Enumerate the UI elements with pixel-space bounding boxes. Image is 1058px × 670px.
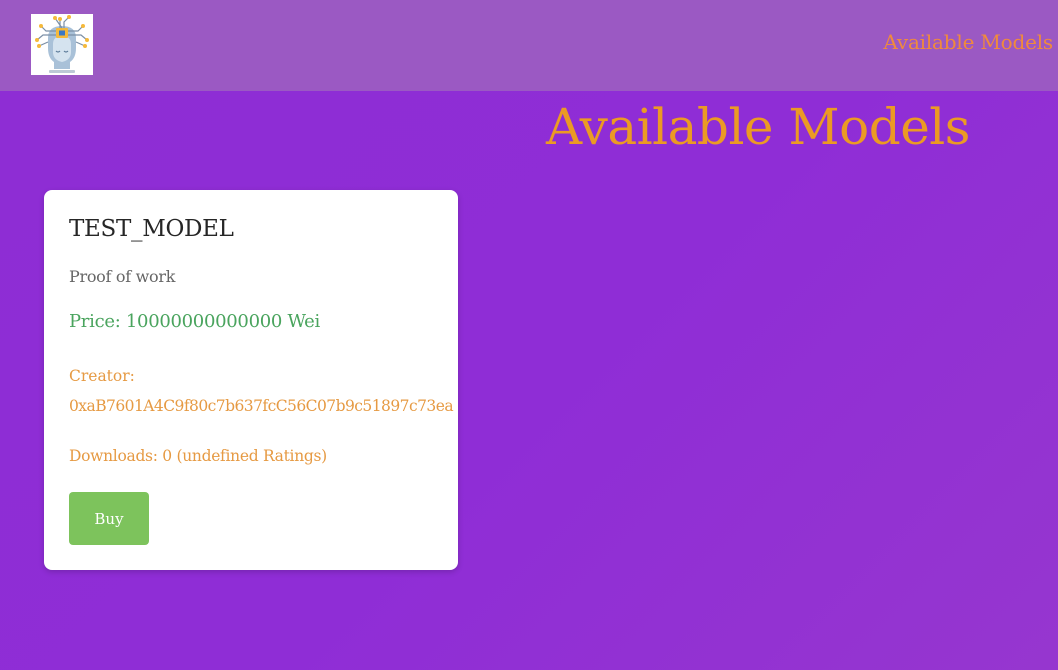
model-price: Price: 10000000000000 Wei xyxy=(69,311,320,332)
logo[interactable] xyxy=(31,14,93,75)
model-card: TEST_MODEL Proof of work Price: 10000000… xyxy=(44,190,458,570)
model-description: Proof of work xyxy=(69,267,176,286)
ai-head-circuit-icon xyxy=(35,15,89,73)
creator-address: 0xaB7601A4C9f80c7b637fcC56C07b9c51897c73… xyxy=(69,397,454,415)
buy-button[interactable]: Buy xyxy=(69,492,149,545)
model-name: TEST_MODEL xyxy=(69,216,234,242)
creator-label: Creator: xyxy=(69,367,135,385)
downloads-count: Downloads: 0 (undefined Ratings) xyxy=(69,447,327,465)
nav-link-available-models[interactable]: Available Models xyxy=(883,30,1053,54)
navbar: Available Models xyxy=(0,0,1058,91)
page-title: Available Models xyxy=(546,98,970,156)
